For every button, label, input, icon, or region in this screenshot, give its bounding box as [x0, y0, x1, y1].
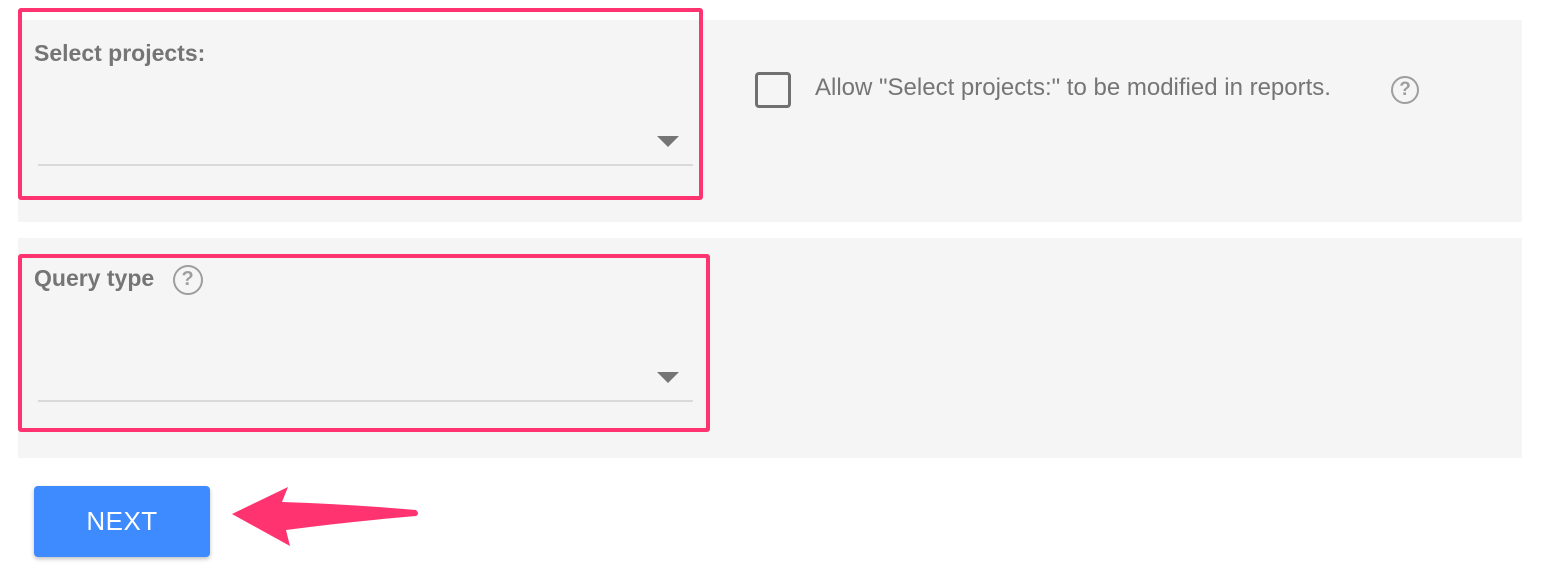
- chevron-down-icon: [657, 372, 679, 383]
- chevron-down-icon: [657, 136, 679, 147]
- dropdown-underline: [38, 164, 693, 166]
- query-type-panel: Query type ?: [18, 238, 1522, 458]
- allow-modify-label: Allow "Select projects:" to be modified …: [815, 74, 1331, 101]
- projects-panel: Select projects: Allow "Select projects:…: [18, 20, 1522, 222]
- query-type-label: Query type: [34, 265, 155, 292]
- help-circle-icon[interactable]: ?: [172, 265, 203, 295]
- select-projects-dropdown[interactable]: [38, 126, 693, 166]
- dropdown-underline: [38, 400, 693, 402]
- select-projects-label: Select projects:: [34, 40, 206, 66]
- query-type-label-wrap: Query type ?: [34, 265, 203, 295]
- next-button[interactable]: NEXT: [34, 486, 210, 557]
- pointer-arrow-icon: [232, 487, 418, 546]
- allow-modify-checkbox[interactable]: [755, 72, 791, 108]
- help-circle-icon[interactable]: ?: [1391, 76, 1419, 104]
- query-type-dropdown[interactable]: [38, 362, 693, 402]
